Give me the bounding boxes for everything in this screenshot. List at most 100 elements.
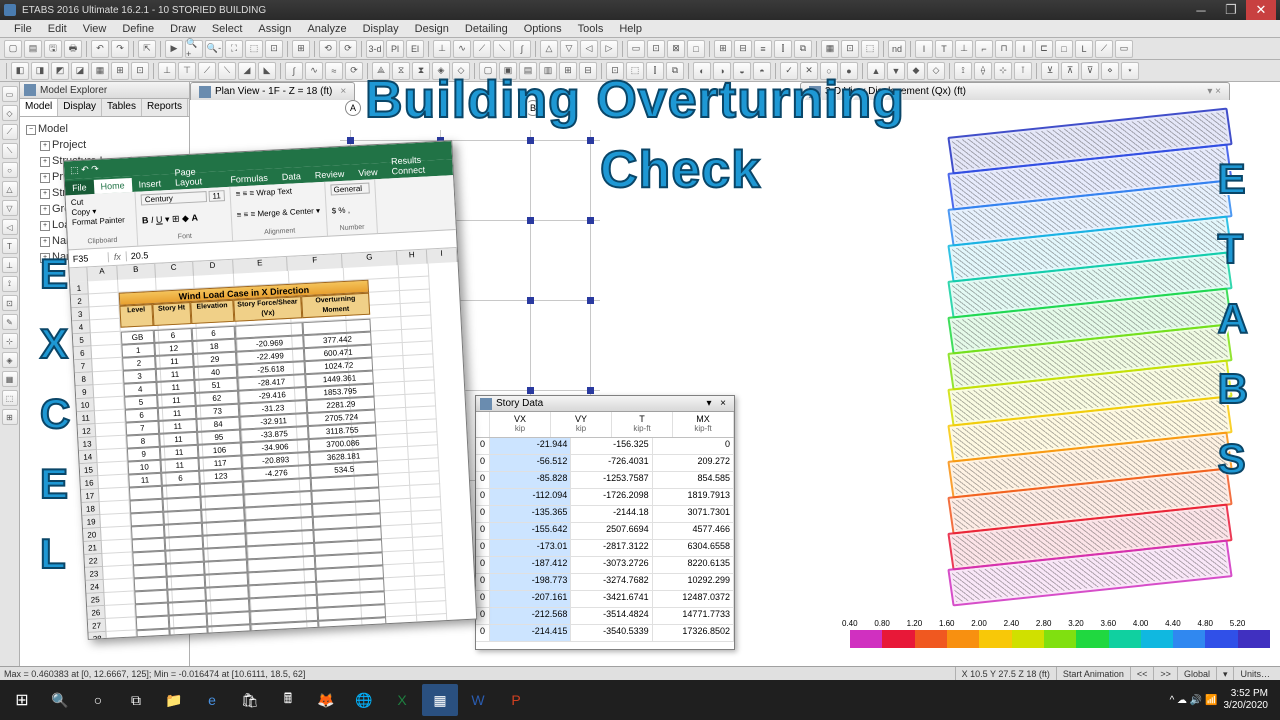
excel-font-size[interactable]: 11 bbox=[208, 190, 225, 202]
menu-options[interactable]: Options bbox=[516, 23, 570, 35]
toolbar-button[interactable]: ◧ bbox=[11, 62, 29, 80]
prev-button[interactable]: << bbox=[1130, 667, 1154, 681]
excel-grid[interactable]: 12Wind Load Case in X Direction3LevelSto… bbox=[70, 262, 477, 640]
left-tool[interactable]: ⟍ bbox=[2, 143, 18, 159]
toolbar-button[interactable]: ▭ bbox=[627, 40, 645, 58]
toolbar-button[interactable]: nd bbox=[888, 40, 906, 58]
toolbar-button[interactable]: ≡ bbox=[754, 40, 772, 58]
menu-draw[interactable]: Draw bbox=[162, 23, 204, 35]
left-tool[interactable]: ⊡ bbox=[2, 295, 18, 311]
toolbar-button[interactable]: ◓ bbox=[753, 62, 771, 80]
toolbar-button[interactable]: ↷ bbox=[111, 40, 129, 58]
toolbar-button[interactable]: ⊥ bbox=[158, 62, 176, 80]
menu-select[interactable]: Select bbox=[204, 23, 251, 35]
toolbar-button[interactable]: ⟋ bbox=[198, 62, 216, 80]
toolbar-button[interactable]: ▢ bbox=[479, 62, 497, 80]
left-tool[interactable]: ⊥ bbox=[2, 257, 18, 273]
close-tab-icon[interactable]: × bbox=[340, 86, 346, 97]
toolbar-button[interactable]: ⋄ bbox=[1101, 62, 1119, 80]
status-units-dd[interactable]: ▾ bbox=[1216, 667, 1234, 681]
toolbar-button[interactable]: ⊹ bbox=[994, 62, 1012, 80]
tree-root[interactable]: Model bbox=[24, 121, 185, 137]
excel-number-format[interactable]: General bbox=[330, 183, 370, 196]
toolbar-button[interactable]: ⊠ bbox=[667, 40, 685, 58]
toolbar-button[interactable]: ⊤ bbox=[178, 62, 196, 80]
excel-merge[interactable]: Merge & Center ▾ bbox=[257, 206, 320, 218]
left-tool[interactable]: ⊞ bbox=[2, 409, 18, 425]
toolbar-button[interactable]: ⊽ bbox=[1081, 62, 1099, 80]
cortana-icon[interactable]: ○ bbox=[80, 684, 116, 716]
toolbar-button[interactable]: ⟋ bbox=[1095, 40, 1113, 58]
menu-tools[interactable]: Tools bbox=[570, 23, 612, 35]
menu-display[interactable]: Display bbox=[355, 23, 407, 35]
toolbar-button[interactable]: ≈ bbox=[325, 62, 343, 80]
toolbar-button[interactable]: ⬚ bbox=[245, 40, 263, 58]
me-tab-reports[interactable]: Reports bbox=[142, 99, 188, 116]
excel-name-box[interactable]: F35 bbox=[69, 252, 109, 264]
toolbar-button[interactable]: El bbox=[406, 40, 424, 58]
excel-wrap-text[interactable]: Wrap Text bbox=[256, 187, 292, 198]
toolbar-button[interactable]: ◪ bbox=[71, 62, 89, 80]
left-tool[interactable]: ◇ bbox=[2, 105, 18, 121]
toolbar-button[interactable]: ▤ bbox=[519, 62, 537, 80]
toolbar-button[interactable]: ◑ bbox=[713, 62, 731, 80]
toolbar-button[interactable]: ◒ bbox=[733, 62, 751, 80]
toolbar-button[interactable]: ⧗ bbox=[412, 62, 430, 80]
toolbar-button[interactable]: ∫ bbox=[513, 40, 531, 58]
toolbar-button[interactable]: ▥ bbox=[539, 62, 557, 80]
menu-file[interactable]: File bbox=[6, 23, 40, 35]
story-data-window[interactable]: Story Data ▾ × VXkipVYkipTkip-ftMXkip-ft… bbox=[475, 395, 735, 650]
toolbar-button[interactable]: L bbox=[1075, 40, 1093, 58]
toolbar-button[interactable]: ▷ bbox=[600, 40, 618, 58]
toolbar-button[interactable]: ◇ bbox=[927, 62, 945, 80]
toolbar-button[interactable]: ⟳ bbox=[339, 40, 357, 58]
toolbar-button[interactable]: 🔍+ bbox=[185, 40, 203, 58]
toolbar-button[interactable]: ◇ bbox=[452, 62, 470, 80]
toolbar-button[interactable]: ◩ bbox=[51, 62, 69, 80]
task-view-icon[interactable]: ⧉ bbox=[118, 684, 154, 716]
toolbar-button[interactable]: ⊞ bbox=[111, 62, 129, 80]
toolbar-button[interactable]: ⛶ bbox=[225, 40, 243, 58]
story-data-close[interactable]: × bbox=[716, 398, 730, 409]
toolbar-button[interactable]: ◢ bbox=[238, 62, 256, 80]
toolbar-button[interactable]: ⧖ bbox=[392, 62, 410, 80]
explorer-icon[interactable]: 📁 bbox=[156, 684, 192, 716]
toolbar-button[interactable]: ⊓ bbox=[995, 40, 1013, 58]
toolbar-button[interactable]: ✓ bbox=[780, 62, 798, 80]
toolbar-button[interactable]: ⊡ bbox=[606, 62, 624, 80]
toolbar-button[interactable]: ⟲ bbox=[319, 40, 337, 58]
model-explorer-header[interactable]: Model Explorer bbox=[20, 82, 189, 99]
menu-assign[interactable]: Assign bbox=[250, 23, 299, 35]
excel-window[interactable]: ⬚ ↶ ↷ File HomeInsertPage LayoutFormulas… bbox=[63, 140, 478, 640]
toolbar-button[interactable]: ◁ bbox=[580, 40, 598, 58]
toolbar-button[interactable]: 🖶 bbox=[64, 40, 82, 58]
calc-icon[interactable]: 🖩 bbox=[270, 684, 306, 716]
toolbar-button[interactable]: ⧉ bbox=[794, 40, 812, 58]
toolbar-button[interactable]: ⬚ bbox=[861, 40, 879, 58]
taskbar-clock[interactable]: 3:52 PM 3/20/2020 bbox=[1224, 688, 1277, 712]
toolbar-button[interactable]: T bbox=[935, 40, 953, 58]
powerpoint-icon[interactable]: P bbox=[498, 684, 534, 716]
me-tab-model[interactable]: Model bbox=[20, 99, 58, 116]
excel-file-tab[interactable]: File bbox=[65, 180, 94, 195]
search-icon[interactable]: 🔍 bbox=[42, 684, 78, 716]
maximize-button[interactable]: ❐ bbox=[1216, 0, 1246, 20]
toolbar-button[interactable]: ◐ bbox=[693, 62, 711, 80]
excel-tab-view[interactable]: View bbox=[351, 165, 385, 181]
story-data-titlebar[interactable]: Story Data ▾ × bbox=[476, 396, 734, 412]
excel-format-painter[interactable]: Format Painter bbox=[72, 215, 131, 228]
toolbar-button[interactable]: ⊡ bbox=[265, 40, 283, 58]
toolbar-button[interactable]: ▦ bbox=[821, 40, 839, 58]
toolbar-button[interactable]: ⊞ bbox=[292, 40, 310, 58]
menu-help[interactable]: Help bbox=[611, 23, 650, 35]
tree-item[interactable]: Project bbox=[38, 137, 185, 153]
toolbar-button[interactable]: Pl bbox=[386, 40, 404, 58]
toolbar-button[interactable]: ⊼ bbox=[1061, 62, 1079, 80]
start-button[interactable]: ⊞ bbox=[4, 684, 40, 716]
toolbar-button[interactable]: ⊡ bbox=[131, 62, 149, 80]
word-icon[interactable]: W bbox=[460, 684, 496, 716]
chrome-icon[interactable]: 🌐 bbox=[346, 684, 382, 716]
toolbar-button[interactable]: 🖫 bbox=[44, 40, 62, 58]
story-data-pin[interactable]: ▾ bbox=[702, 398, 716, 409]
left-tool[interactable]: T bbox=[2, 238, 18, 254]
